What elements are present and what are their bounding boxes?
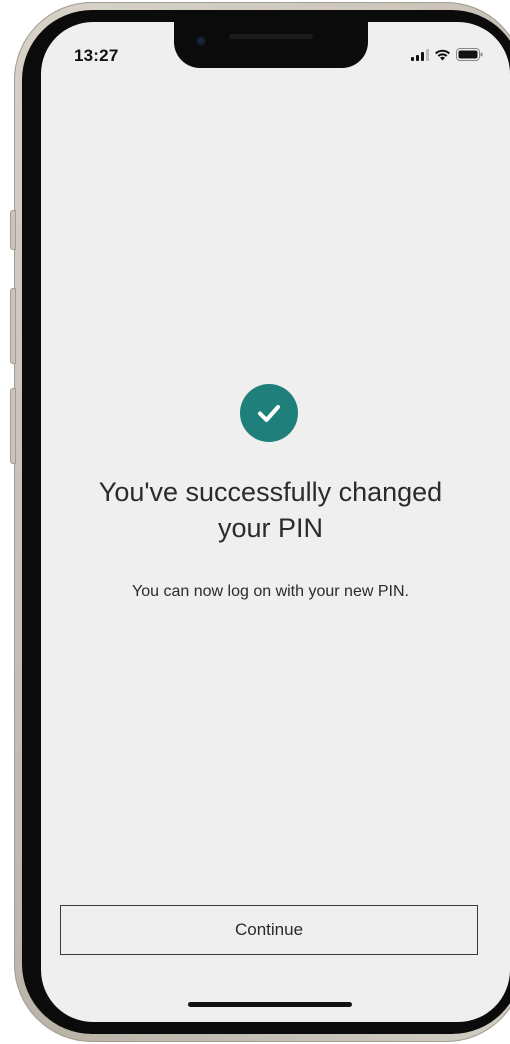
checkmark-circle-icon <box>240 384 298 442</box>
battery-icon <box>456 48 483 66</box>
earpiece-speaker <box>229 34 313 39</box>
continue-button[interactable]: Continue <box>60 905 478 955</box>
status-icons <box>411 48 483 66</box>
home-indicator[interactable] <box>188 1002 352 1007</box>
cellular-signal-icon <box>411 48 429 66</box>
status-time: 13:27 <box>74 46 119 65</box>
silent-switch <box>10 210 16 250</box>
headline-line-1: You've successfully changed <box>98 477 443 507</box>
headline-line-2: your PIN <box>217 513 324 543</box>
phone-screen: 13:27 You've successfully changed your P… <box>41 22 510 1022</box>
front-camera <box>196 36 206 46</box>
success-headline: You've successfully changed your PIN <box>41 474 500 546</box>
wifi-icon <box>434 48 451 66</box>
success-message: You can now log on with your new PIN. <box>132 583 409 600</box>
volume-up-button <box>10 288 16 364</box>
volume-down-button <box>10 388 16 464</box>
